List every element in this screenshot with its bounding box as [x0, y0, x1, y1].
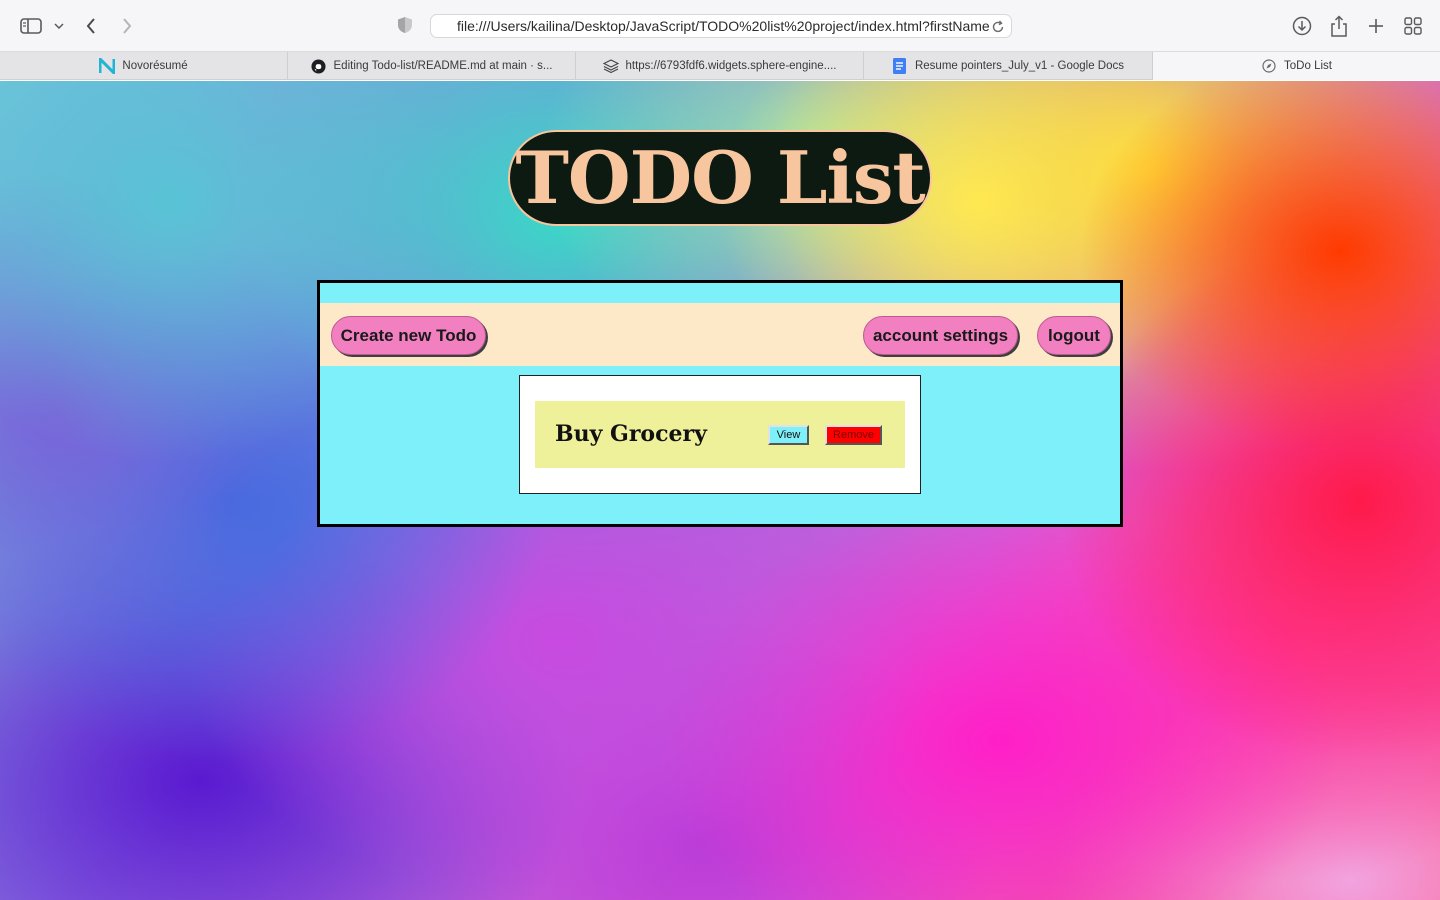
todo-container: Create new Todo account settings logout …	[317, 280, 1123, 527]
create-todo-button[interactable]: Create new Todo	[331, 316, 486, 355]
back-icon[interactable]	[82, 12, 100, 40]
tab-sphere-engine[interactable]: https://6793fdf6.widgets.sphere-engine..…	[576, 52, 864, 80]
logout-button[interactable]: logout	[1037, 316, 1111, 355]
google-docs-icon	[892, 58, 908, 74]
nav-bar: Create new Todo account settings logout	[320, 303, 1120, 366]
tab-overview-icon[interactable]	[1402, 12, 1424, 40]
downloads-icon[interactable]	[1290, 12, 1314, 40]
todo-list-panel: Buy Grocery View Remove	[519, 375, 921, 494]
browser-toolbar: file:///Users/kailina/Desktop/JavaScript…	[0, 0, 1440, 52]
privacy-shield-icon[interactable]	[397, 16, 413, 39]
tab-novoresume[interactable]: Novorésumé	[0, 52, 288, 80]
todo-title: Buy Grocery	[555, 421, 707, 447]
tab-label: Resume pointers_July_v1 - Google Docs	[914, 60, 1125, 72]
page-viewport: TODO List Create new Todo account settin…	[0, 81, 1440, 900]
chevron-down-icon[interactable]	[52, 12, 66, 40]
tab-label: ToDo List	[1284, 60, 1332, 72]
address-url: file:///Users/kailina/Desktop/JavaScript…	[457, 18, 990, 34]
sidebar-toggle-icon[interactable]	[18, 12, 44, 40]
novoresume-icon	[99, 58, 116, 74]
new-tab-icon[interactable]	[1366, 12, 1386, 40]
tab-github[interactable]: Editing Todo-list/README.md at main · s.…	[288, 52, 576, 80]
github-icon	[311, 58, 327, 74]
layers-icon	[602, 58, 619, 74]
tab-todo-list[interactable]: ToDo List	[1153, 52, 1440, 80]
view-todo-button[interactable]: View	[768, 425, 809, 445]
todo-item: Buy Grocery View Remove	[535, 401, 905, 468]
app-title-banner: TODO List	[508, 130, 932, 226]
tab-label: https://6793fdf6.widgets.sphere-engine..…	[625, 60, 837, 72]
reload-icon[interactable]	[991, 18, 1005, 37]
remove-todo-button[interactable]: Remove	[825, 425, 882, 445]
account-settings-button[interactable]: account settings	[863, 316, 1018, 355]
address-bar[interactable]: file:///Users/kailina/Desktop/JavaScript…	[430, 14, 1012, 38]
tab-bar: Novorésumé Editing Todo-list/README.md a…	[0, 52, 1440, 80]
tab-label: Novorésumé	[122, 60, 188, 72]
compass-icon	[1261, 58, 1277, 74]
tab-label: Editing Todo-list/README.md at main · s.…	[333, 60, 553, 72]
share-icon[interactable]	[1328, 12, 1350, 40]
app-title: TODO List	[515, 135, 925, 220]
forward-icon[interactable]	[118, 12, 136, 40]
tab-google-docs[interactable]: Resume pointers_July_v1 - Google Docs	[864, 52, 1153, 80]
